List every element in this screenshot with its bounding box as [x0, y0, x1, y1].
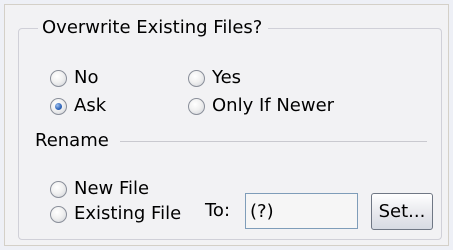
overwrite-only-if-newer-radio[interactable]: Only If Newer [188, 95, 334, 117]
radio-button-icon [50, 180, 67, 198]
radio-button-icon [188, 97, 205, 115]
overwrite-only-if-newer-label: Only If Newer [212, 95, 335, 116]
radio-button-icon [50, 205, 67, 223]
overwrite-no-radio[interactable]: No [50, 67, 98, 89]
overwrite-yes-radio[interactable]: Yes [188, 67, 241, 89]
radio-button-selected-icon [50, 97, 67, 115]
rename-section-title: Rename [35, 130, 109, 151]
radio-button-icon [188, 69, 205, 87]
rename-new-file-radio[interactable]: New File [50, 178, 149, 200]
rename-to-input[interactable] [245, 193, 358, 229]
rename-existing-file-radio[interactable]: Existing File [50, 203, 181, 225]
rename-to-label: To: [205, 200, 231, 221]
overwrite-ask-label: Ask [74, 95, 107, 116]
overwrite-ask-radio[interactable]: Ask [50, 95, 106, 117]
rename-new-file-label: New File [74, 178, 150, 199]
rename-existing-file-label: Existing File [74, 203, 182, 224]
overwrite-no-label: No [74, 67, 99, 88]
set-button[interactable]: Set... [371, 193, 433, 230]
overwrite-yes-label: Yes [212, 67, 242, 88]
radio-button-icon [50, 69, 67, 87]
rename-divider [120, 141, 427, 142]
overwrite-groupbox-title: Overwrite Existing Files? [38, 17, 269, 39]
